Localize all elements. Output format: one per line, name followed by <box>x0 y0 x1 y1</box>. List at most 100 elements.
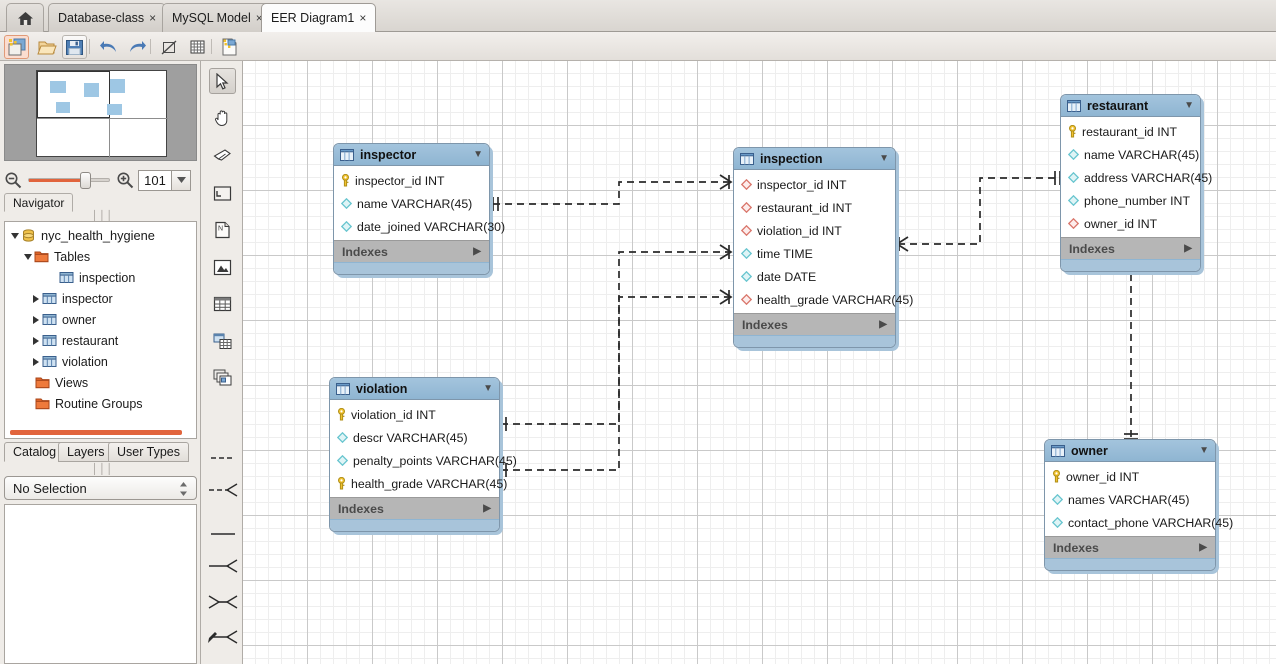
table-column[interactable]: restaurant_id INT <box>734 196 895 219</box>
minimap-viewport[interactable] <box>37 71 110 118</box>
undo-button[interactable] <box>96 35 121 59</box>
tool-rel-1-n-identifying[interactable]: 1:n <box>205 558 241 589</box>
close-icon[interactable]: × <box>359 12 366 24</box>
panel-tab-layers[interactable]: Layers <box>58 442 114 462</box>
tree-node-routine-groups[interactable]: Routine Groups <box>5 393 196 414</box>
table-header-inspection[interactable]: inspection ▼ <box>734 148 895 170</box>
new-model-button[interactable] <box>4 35 29 59</box>
table-column[interactable]: violation_id INT <box>734 219 895 242</box>
chevron-right-icon[interactable] <box>30 358 42 366</box>
tree-node-violation[interactable]: violation <box>5 351 196 372</box>
table-column[interactable]: inspector_id INT <box>734 173 895 196</box>
table-column[interactable]: penalty_points VARCHAR(45) <box>330 449 499 472</box>
tab-mysql-model[interactable]: MySQL Model × <box>162 3 273 32</box>
table-column[interactable]: address VARCHAR(45) <box>1061 166 1200 189</box>
tool-image[interactable] <box>209 254 236 280</box>
properties-splitter-grip[interactable]: │││ <box>92 464 114 475</box>
close-icon[interactable]: × <box>149 12 156 24</box>
tab-database-class[interactable]: Database-class × <box>48 3 166 32</box>
zoom-out-icon[interactable] <box>4 171 22 189</box>
catalog-horizontal-scrollbar[interactable] <box>10 430 182 435</box>
table-column[interactable]: time TIME <box>734 242 895 265</box>
save-model-button[interactable] <box>62 35 87 59</box>
tool-rel-1-n-pick[interactable]: 1:n <box>205 629 241 660</box>
tool-rel-1-1-identifying[interactable]: 1:1 <box>205 526 241 557</box>
toggle-relationship-button[interactable] <box>156 35 181 59</box>
indexes-section-violation[interactable]: Indexes ▶ <box>330 497 499 519</box>
panel-tab-user-types[interactable]: User Types <box>108 442 189 462</box>
collapse-chevron-icon[interactable]: ▼ <box>473 149 483 160</box>
tool-layer[interactable] <box>209 180 236 206</box>
open-model-button[interactable] <box>34 35 59 59</box>
table-header-violation[interactable]: violation ▼ <box>330 378 499 400</box>
tool-routine-group[interactable] <box>209 365 236 391</box>
stepper-icon[interactable] <box>179 481 188 497</box>
table-column[interactable]: owner_id INT <box>1061 212 1200 235</box>
tool-note[interactable]: N <box>209 217 236 243</box>
navigator-minimap[interactable] <box>4 64 197 161</box>
redo-button[interactable] <box>124 35 149 59</box>
zoom-in-icon[interactable] <box>116 171 134 189</box>
toggle-grid-button[interactable] <box>185 35 210 59</box>
selection-dropdown[interactable]: No Selection <box>4 476 197 500</box>
collapse-chevron-icon[interactable]: ▼ <box>1199 445 1209 456</box>
table-column[interactable]: date_joined VARCHAR(30) <box>334 215 489 238</box>
table-header-inspector[interactable]: inspector ▼ <box>334 144 489 166</box>
zoom-value[interactable]: 101 <box>138 170 172 191</box>
table-figure-violation[interactable]: violation ▼ violation_id INT <box>329 377 500 532</box>
chevron-down-icon[interactable] <box>22 254 34 260</box>
expand-chevron-icon[interactable]: ▶ <box>473 246 481 257</box>
tool-hand[interactable] <box>209 105 236 131</box>
indexes-section-inspection[interactable]: Indexes ▶ <box>734 313 895 335</box>
tree-node-inspector[interactable]: inspector <box>5 288 196 309</box>
indexes-section-inspector[interactable]: Indexes ▶ <box>334 240 489 262</box>
zoom-dropdown-button[interactable] <box>171 170 191 191</box>
expand-chevron-icon[interactable]: ▶ <box>1199 542 1207 553</box>
tree-node-restaurant[interactable]: restaurant <box>5 330 196 351</box>
indexes-section-owner[interactable]: Indexes ▶ <box>1045 536 1215 558</box>
expand-chevron-icon[interactable]: ▶ <box>879 319 887 330</box>
tool-pointer[interactable] <box>209 68 236 94</box>
tree-node-schema[interactable]: nyc_health_hygiene <box>5 225 196 246</box>
table-figure-restaurant[interactable]: restaurant ▼ restaurant_id INT <box>1060 94 1201 272</box>
tool-rel-1-n-nonidentifying[interactable]: 1:n <box>205 482 241 513</box>
table-header-restaurant[interactable]: restaurant ▼ <box>1061 95 1200 117</box>
add-diagram-button[interactable] <box>216 35 241 59</box>
table-column[interactable]: name VARCHAR(45) <box>334 192 489 215</box>
table-figure-inspection[interactable]: inspection ▼ inspector_id INT res <box>733 147 896 348</box>
chevron-right-icon[interactable] <box>30 295 42 303</box>
collapse-chevron-icon[interactable]: ▼ <box>483 383 493 394</box>
table-figure-owner[interactable]: owner ▼ owner_id INT <box>1044 439 1216 571</box>
indexes-section-restaurant[interactable]: Indexes ▶ <box>1061 237 1200 259</box>
expand-chevron-icon[interactable]: ▶ <box>483 503 491 514</box>
tool-eraser[interactable] <box>209 142 236 168</box>
collapse-chevron-icon[interactable]: ▼ <box>1184 100 1194 111</box>
zoom-slider-knob[interactable] <box>80 172 91 189</box>
table-figure-inspector[interactable]: inspector ▼ inspector_id INT <box>333 143 490 275</box>
table-column[interactable]: phone_number INT <box>1061 189 1200 212</box>
chevron-down-icon[interactable] <box>9 233 21 239</box>
table-header-owner[interactable]: owner ▼ <box>1045 440 1215 462</box>
table-column[interactable]: names VARCHAR(45) <box>1045 488 1215 511</box>
table-column[interactable]: descr VARCHAR(45) <box>330 426 499 449</box>
zoom-slider[interactable] <box>28 171 110 189</box>
panel-tab-catalog[interactable]: Catalog <box>4 442 65 462</box>
tool-rel-1-1-nonidentifying[interactable]: 1:1 <box>205 450 241 481</box>
tree-node-views[interactable]: Views <box>5 372 196 393</box>
home-tab[interactable] <box>6 3 44 32</box>
tree-node-tables[interactable]: Tables <box>5 246 196 267</box>
chevron-right-icon[interactable] <box>30 337 42 345</box>
table-column[interactable]: violation_id INT <box>330 403 499 426</box>
table-column[interactable]: date DATE <box>734 265 895 288</box>
tree-node-owner[interactable]: owner <box>5 309 196 330</box>
table-column[interactable]: name VARCHAR(45) <box>1061 143 1200 166</box>
eer-diagram-canvas[interactable]: inspector ▼ inspector_id INT <box>243 61 1276 664</box>
tool-rel-n-m-identifying[interactable]: n:m <box>205 594 241 625</box>
tree-node-inspection[interactable]: inspection <box>5 267 196 288</box>
tab-eer-diagram1[interactable]: EER Diagram1 × <box>261 3 376 32</box>
table-column[interactable]: health_grade VARCHAR(45) <box>734 288 895 311</box>
chevron-right-icon[interactable] <box>30 316 42 324</box>
table-column[interactable]: owner_id INT <box>1045 465 1215 488</box>
table-column[interactable]: contact_phone VARCHAR(45) <box>1045 511 1215 534</box>
catalog-tree[interactable]: nyc_health_hygiene Tables <box>4 221 197 439</box>
